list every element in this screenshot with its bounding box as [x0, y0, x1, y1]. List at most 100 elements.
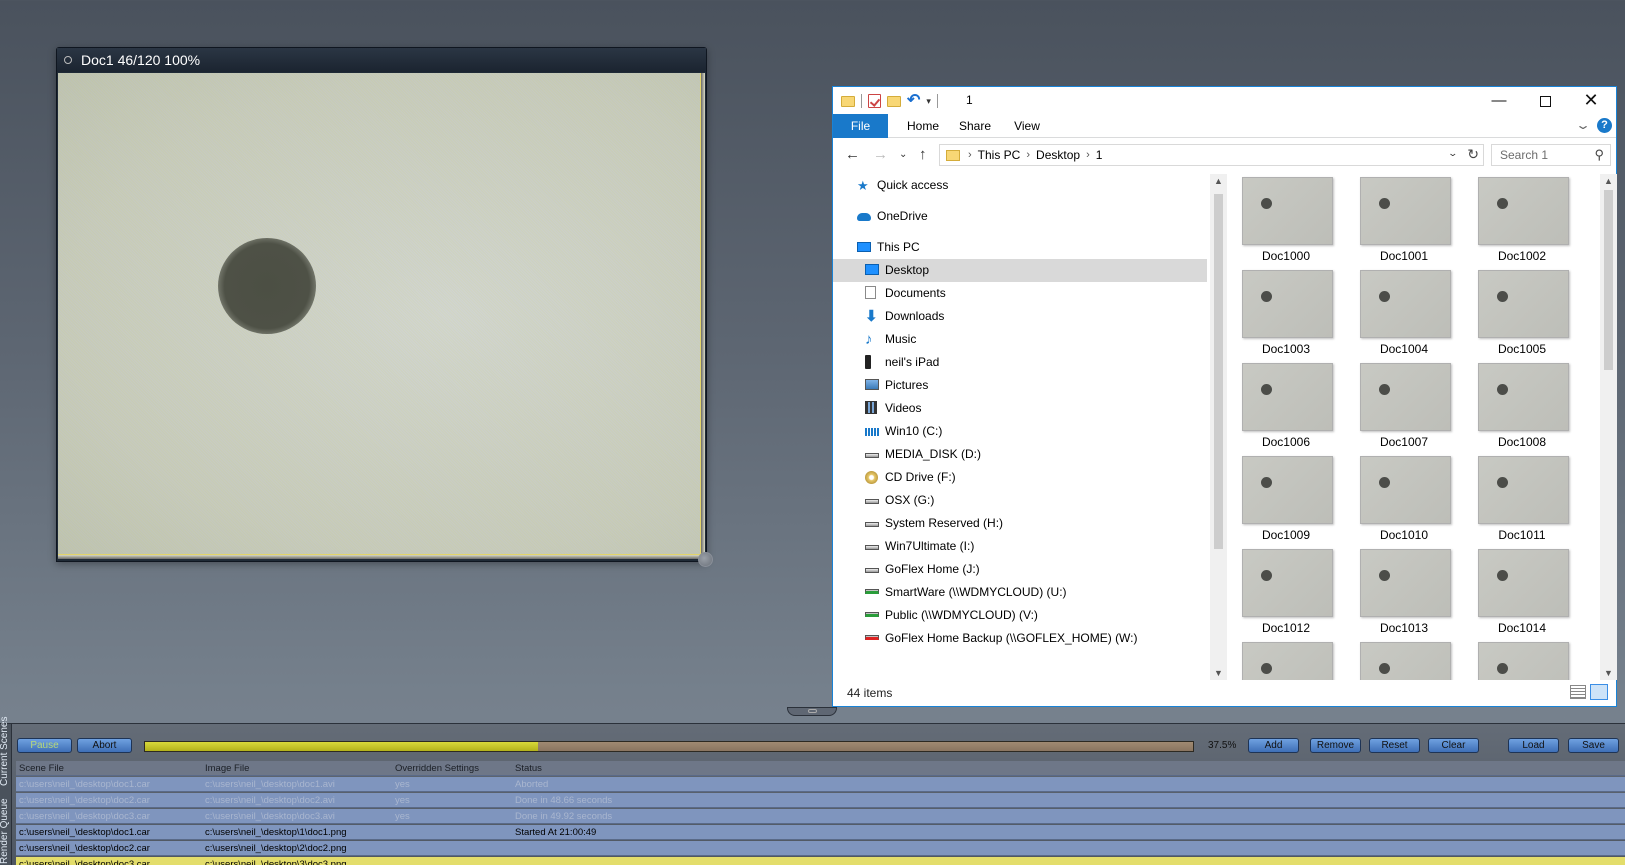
- file-item[interactable]: Doc1010: [1354, 453, 1454, 543]
- clear-button[interactable]: Clear: [1428, 738, 1479, 753]
- nav-item[interactable]: CD Drive (F:): [833, 466, 1207, 489]
- scrollbar-thumb[interactable]: [1214, 194, 1223, 549]
- properties-icon[interactable]: [868, 94, 881, 108]
- column-header-image-file[interactable]: Image File: [205, 761, 249, 776]
- file-item[interactable]: Doc1004: [1354, 267, 1454, 357]
- breadcrumb-desktop[interactable]: Desktop: [1036, 148, 1080, 162]
- table-row[interactable]: c:\users\neil_\desktop\doc3.car c:\users\…: [16, 857, 1625, 865]
- nav-item[interactable]: System Reserved (H:): [833, 512, 1207, 535]
- file-item[interactable]: Doc1005: [1472, 267, 1572, 357]
- nav-item[interactable]: ★ Quick access: [833, 174, 1207, 197]
- undo-icon[interactable]: ↶: [907, 93, 920, 109]
- file-item[interactable]: Doc1002: [1472, 174, 1572, 264]
- address-dropdown-icon[interactable]: ⌄: [1448, 148, 1459, 159]
- file-item[interactable]: Doc1012: [1236, 546, 1336, 636]
- breadcrumb-this-pc[interactable]: This PC: [978, 148, 1021, 162]
- nav-item[interactable]: Win7Ultimate (I:): [833, 535, 1207, 558]
- nav-item[interactable]: MEDIA_DISK (D:): [833, 443, 1207, 466]
- maximize-button[interactable]: [1522, 87, 1568, 114]
- table-row[interactable]: c:\users\neil_\desktop\doc2.car c:\users\…: [16, 793, 1625, 808]
- explorer-titlebar[interactable]: ↶ ▾ 1 — ✕: [833, 87, 1616, 114]
- window-menu-icon[interactable]: [64, 56, 72, 64]
- up-arrow-icon[interactable]: ↑: [919, 146, 927, 163]
- scroll-up-icon[interactable]: ▲: [1604, 176, 1613, 186]
- nav-item[interactable]: GoFlex Home Backup (\\GOFLEX_HOME) (W:): [833, 627, 1207, 650]
- search-input[interactable]: Search 1 ⚲: [1491, 144, 1611, 166]
- table-row[interactable]: c:\users\neil_\desktop\doc2.car c:\users\…: [16, 841, 1625, 856]
- add-button[interactable]: Add: [1248, 738, 1299, 753]
- file-item[interactable]: [1354, 639, 1454, 680]
- large-icons-view-icon[interactable]: [1590, 684, 1608, 700]
- minimize-button[interactable]: —: [1476, 87, 1522, 114]
- save-button[interactable]: Save: [1568, 738, 1619, 753]
- breadcrumb-current[interactable]: 1: [1096, 148, 1103, 162]
- file-list-scrollbar[interactable]: ▲ ▼: [1600, 174, 1617, 680]
- file-item[interactable]: Doc1014: [1472, 546, 1572, 636]
- nav-item[interactable]: Desktop: [833, 259, 1207, 282]
- forward-arrow-icon[interactable]: →: [873, 146, 888, 163]
- file-item[interactable]: Doc1001: [1354, 174, 1454, 264]
- nav-item[interactable]: Documents: [833, 282, 1207, 305]
- file-item[interactable]: Doc1007: [1354, 360, 1454, 450]
- expand-ribbon-icon[interactable]: ⌄: [1575, 118, 1591, 132]
- scroll-down-icon[interactable]: ▼: [1604, 668, 1613, 678]
- tab-render-queue[interactable]: Render Queue: [0, 798, 10, 864]
- tab-home[interactable]: Home: [899, 114, 947, 138]
- scroll-up-icon[interactable]: ▲: [1214, 176, 1223, 186]
- back-arrow-icon[interactable]: ←: [845, 146, 860, 163]
- file-item[interactable]: Doc1006: [1236, 360, 1336, 450]
- remove-button[interactable]: Remove: [1310, 738, 1361, 753]
- file-item[interactable]: Doc1013: [1354, 546, 1454, 636]
- table-row[interactable]: c:\users\neil_\desktop\doc1.car c:\users\…: [16, 825, 1625, 840]
- table-row[interactable]: c:\users\neil_\desktop\doc1.car c:\users\…: [16, 777, 1625, 792]
- column-header-scene-file[interactable]: Scene File: [19, 761, 64, 776]
- customize-toolbar-icon[interactable]: ▾: [926, 96, 931, 107]
- recent-locations-icon[interactable]: ⌄: [899, 149, 907, 160]
- render-window-titlebar[interactable]: Doc1 46/120 100%: [57, 48, 706, 72]
- details-view-icon[interactable]: [1570, 685, 1586, 699]
- file-item[interactable]: Doc1000: [1236, 174, 1336, 264]
- address-bar[interactable]: › This PC › Desktop › 1 ⌄ ↻: [939, 144, 1484, 166]
- scrollbar-thumb[interactable]: [1604, 190, 1613, 370]
- chevron-right-icon[interactable]: ›: [1026, 149, 1030, 161]
- panel-splitter-handle[interactable]: [787, 707, 837, 716]
- search-icon[interactable]: ⚲: [1594, 145, 1604, 165]
- refresh-icon[interactable]: ↻: [1467, 146, 1479, 163]
- file-item[interactable]: [1472, 639, 1572, 680]
- file-item[interactable]: Doc1009: [1236, 453, 1336, 543]
- new-folder-icon[interactable]: [887, 95, 901, 107]
- table-row[interactable]: c:\users\neil_\desktop\doc3.car c:\users\…: [16, 809, 1625, 824]
- nav-item[interactable]: OSX (G:): [833, 489, 1207, 512]
- nav-item[interactable]: Videos: [833, 397, 1207, 420]
- reset-button[interactable]: Reset: [1369, 738, 1420, 753]
- nav-item[interactable]: This PC: [833, 236, 1207, 259]
- nav-item[interactable]: SmartWare (\\WDMYCLOUD) (U:): [833, 581, 1207, 604]
- file-item[interactable]: [1236, 639, 1336, 680]
- chevron-right-icon[interactable]: ›: [968, 149, 972, 161]
- close-button[interactable]: ✕: [1568, 87, 1614, 114]
- tab-current-scenes[interactable]: Current Scenes: [0, 717, 10, 786]
- nav-item[interactable]: GoFlex Home (J:): [833, 558, 1207, 581]
- nav-item[interactable]: Win10 (C:): [833, 420, 1207, 443]
- navigation-scrollbar[interactable]: ▲ ▼: [1210, 174, 1227, 680]
- nav-item[interactable]: Pictures: [833, 374, 1207, 397]
- pause-button[interactable]: Pause: [17, 738, 72, 753]
- abort-button[interactable]: Abort: [77, 738, 132, 753]
- nav-item[interactable]: ♪ Music: [833, 328, 1207, 351]
- nav-item[interactable]: neil's iPad: [833, 351, 1207, 374]
- tab-share[interactable]: Share: [951, 114, 999, 138]
- window-resize-handle[interactable]: [698, 552, 713, 567]
- tab-view[interactable]: View: [1005, 114, 1049, 138]
- chevron-right-icon[interactable]: ›: [1086, 149, 1090, 161]
- scroll-down-icon[interactable]: ▼: [1214, 668, 1223, 678]
- help-icon[interactable]: ?: [1597, 118, 1612, 133]
- nav-item[interactable]: ⬇ Downloads: [833, 305, 1207, 328]
- tab-file[interactable]: File: [833, 114, 888, 138]
- column-header-status[interactable]: Status: [515, 761, 542, 776]
- file-item[interactable]: Doc1003: [1236, 267, 1336, 357]
- file-item[interactable]: Doc1011: [1472, 453, 1572, 543]
- load-button[interactable]: Load: [1508, 738, 1559, 753]
- nav-item[interactable]: OneDrive: [833, 205, 1207, 228]
- nav-item[interactable]: Public (\\WDMYCLOUD) (V:): [833, 604, 1207, 627]
- column-header-overridden[interactable]: Overridden Settings: [395, 761, 479, 776]
